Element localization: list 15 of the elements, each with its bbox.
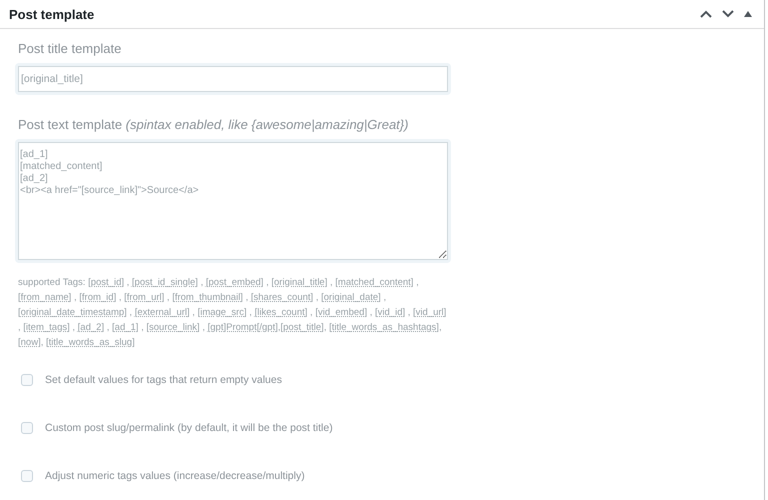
option-label: Set default values for tags that return empty values xyxy=(45,374,282,386)
checkbox[interactable] xyxy=(21,422,33,434)
option-label: Custom post slug/permalink (by default, it will be the post title) xyxy=(45,422,333,434)
checkbox[interactable] xyxy=(21,374,33,386)
chevron-up-icon xyxy=(700,10,712,18)
text-area[interactable]: [ad_1] [matched_content] [ad_2] <br><a href="[source_link]">Source</a> xyxy=(18,142,448,260)
triangle-up-icon xyxy=(744,11,752,17)
supported-tags-text: supported Tags: [post_id] , [post_id_single] , [post_embed] , [original_title] , [matched_content] , [from_name] , [from_id] , [from_url] , [from_thumbnail] , [shares_count] , [original_date] , [original_date_timestamp] , [external_url] , [image_src] , [likes_count] , [vid_embed] , [vid_id] , [vid_url] , [item_tags] , [ad_2] , [ad_1] , [source_link] , [gpt]Prompt[/gpt],[post_title], [title_words_as_hashtags], [now], [title_words_as_slug] xyxy=(18,276,448,350)
panel-title: Post template xyxy=(9,6,94,22)
option-label: Adjust numeric tags values (increase/decrease/multiply) xyxy=(45,470,305,482)
field-label: Post title template xyxy=(18,41,122,56)
checkbox[interactable] xyxy=(21,470,33,482)
chevron-down-icon xyxy=(722,10,734,18)
input-field[interactable]: [original_title] xyxy=(18,66,448,92)
field-label: Post text template (spintax enabled, like {awesome|amazing|Great}) xyxy=(18,117,410,132)
